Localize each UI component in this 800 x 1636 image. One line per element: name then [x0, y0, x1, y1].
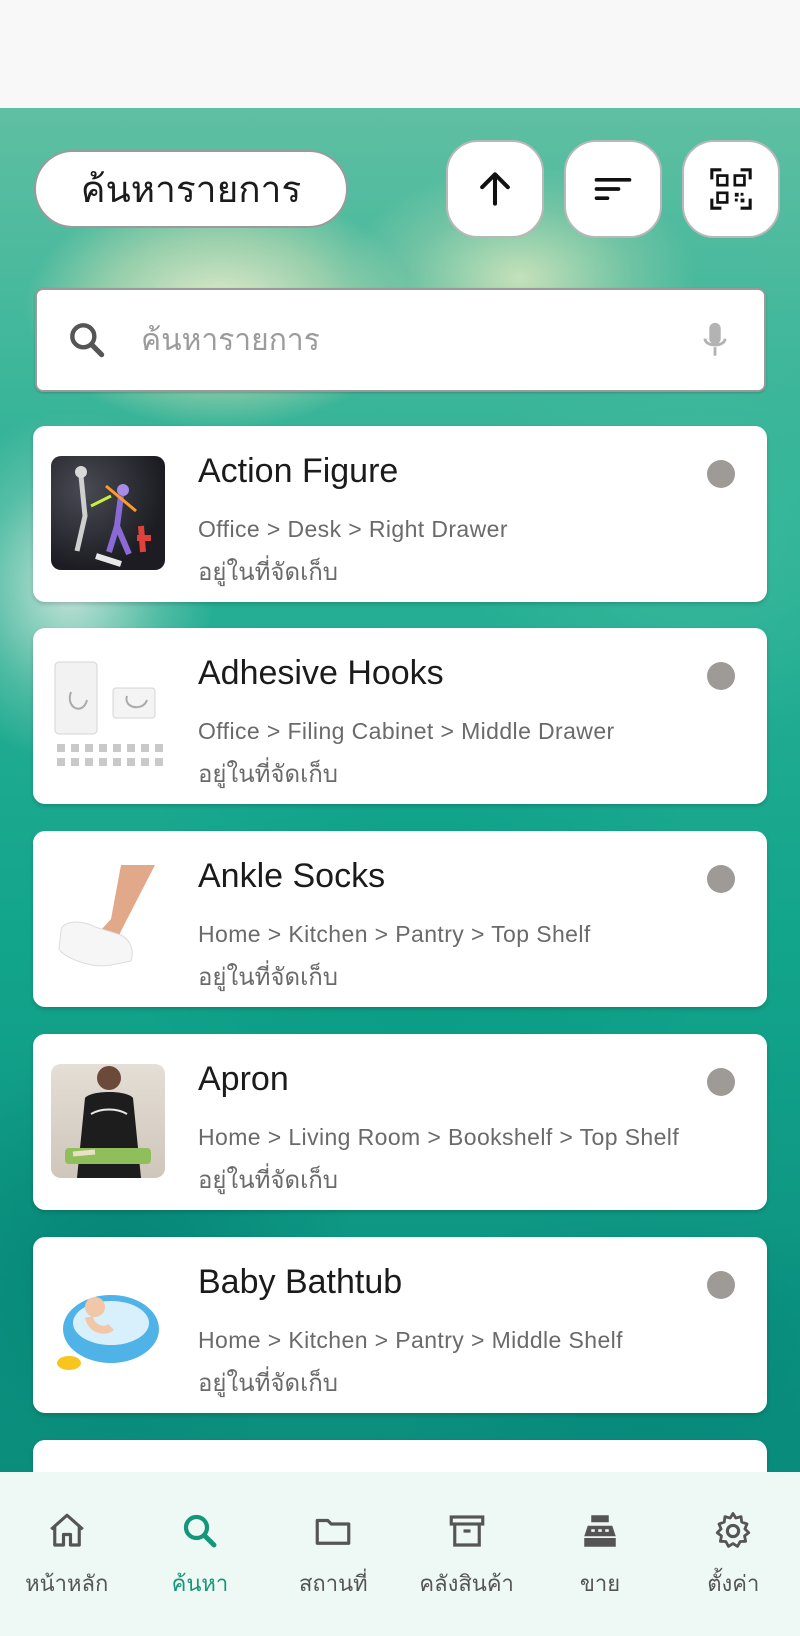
item-thumbnail — [51, 1267, 165, 1381]
nav-item-search[interactable]: ค้นหา — [133, 1472, 266, 1636]
qr-scan-button[interactable] — [682, 140, 780, 238]
cash-register-icon — [584, 1515, 616, 1547]
sort-button[interactable] — [564, 140, 662, 238]
nav-item-settings[interactable]: ตั้งค่า — [667, 1472, 800, 1636]
search-input[interactable] — [141, 312, 671, 368]
page-title: ค้นหารายการ — [34, 150, 348, 228]
list-item[interactable]: Apron Home > Living Room > Bookshelf > T… — [33, 1034, 767, 1210]
item-name: Apron — [198, 1060, 289, 1098]
nav-label: ตั้งค่า — [707, 1572, 760, 1597]
nav-item-places[interactable]: สถานที่ — [267, 1472, 400, 1636]
nav-label: ค้นหา — [171, 1572, 229, 1597]
nav-item-inventory[interactable]: คลังสินค้า — [400, 1472, 533, 1636]
list-item[interactable]: Baby Bathtub Home > Kitchen > Pantry > M… — [33, 1237, 767, 1413]
folder-icon — [315, 1518, 351, 1545]
item-location-path: Office > Desk > Right Drawer — [198, 516, 508, 542]
status-indicator — [707, 1271, 735, 1299]
nav-label: คลังสินค้า — [419, 1572, 514, 1597]
status-indicator — [707, 662, 735, 690]
sort-direction-button[interactable] — [446, 140, 544, 238]
status-indicator — [707, 1068, 735, 1096]
item-thumbnail — [51, 1064, 165, 1178]
list-item-partial[interactable] — [33, 1440, 767, 1472]
nav-label: หน้าหลัก — [25, 1572, 109, 1597]
gear-icon — [716, 1512, 751, 1548]
status-bar — [0, 0, 800, 108]
nav-label: สถานที่ — [298, 1572, 368, 1597]
item-thumbnail — [51, 456, 165, 570]
list-item[interactable]: Action Figure Office > Desk > Right Draw… — [33, 426, 767, 602]
nav-label: ขาย — [579, 1572, 621, 1597]
archive-icon — [449, 1515, 484, 1547]
search-icon — [183, 1514, 217, 1548]
status-indicator — [707, 865, 735, 893]
item-status: อยู่ในที่จัดเก็บ — [198, 963, 339, 991]
item-name: Action Figure — [198, 452, 399, 490]
item-status: อยู่ในที่จัดเก็บ — [198, 760, 339, 788]
qr-code-icon — [710, 168, 752, 210]
bottom-navigation: หน้าหลัก ค้นหา สถานที่ คลังสินค้า ขาย ตั… — [0, 1472, 800, 1636]
item-status: อยู่ในที่จัดเก็บ — [198, 1166, 339, 1194]
item-thumbnail — [51, 861, 165, 975]
nav-item-sell[interactable]: ขาย — [533, 1472, 666, 1636]
home-icon — [49, 1513, 84, 1547]
list-item[interactable]: Adhesive Hooks Office > Filing Cabinet >… — [33, 628, 767, 804]
arrow-up-icon — [480, 172, 510, 206]
item-name: Ankle Socks — [198, 857, 386, 895]
search-icon — [70, 323, 105, 358]
search-bar[interactable] — [35, 288, 766, 392]
item-location-path: Office > Filing Cabinet > Middle Drawer — [198, 718, 615, 744]
item-status: อยู่ในที่จัดเก็บ — [198, 558, 339, 586]
status-indicator — [707, 460, 735, 488]
item-location-path: Home > Living Room > Bookshelf > Top She… — [198, 1124, 680, 1150]
item-name: Adhesive Hooks — [198, 654, 444, 692]
nav-item-home[interactable]: หน้าหลัก — [0, 1472, 133, 1636]
microphone-icon[interactable] — [697, 320, 733, 360]
item-location-path: Home > Kitchen > Pantry > Middle Shelf — [198, 1327, 623, 1353]
item-thumbnail — [51, 658, 165, 772]
sort-icon — [594, 178, 632, 200]
list-item[interactable]: Ankle Socks Home > Kitchen > Pantry > To… — [33, 831, 767, 1007]
item-location-path: Home > Kitchen > Pantry > Top Shelf — [198, 921, 591, 947]
item-name: Baby Bathtub — [198, 1263, 403, 1301]
item-status: อยู่ในที่จัดเก็บ — [198, 1369, 339, 1397]
